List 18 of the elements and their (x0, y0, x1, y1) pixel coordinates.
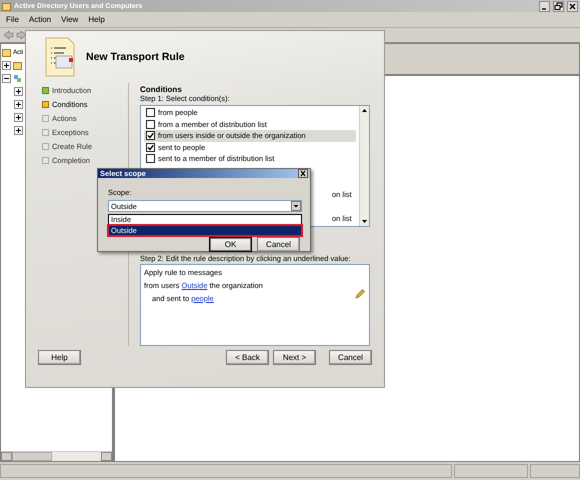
ok-button[interactable]: OK (209, 237, 252, 252)
horizontal-scrollbar[interactable] (1, 451, 112, 461)
back-button[interactable]: < Back (226, 350, 269, 365)
help-button[interactable]: Help (38, 350, 81, 365)
domain-icon (13, 74, 22, 83)
next-button[interactable]: Next > (273, 350, 316, 365)
app-icon (2, 2, 11, 10)
section-heading: Conditions (140, 85, 183, 94)
menu-item[interactable]: Action (24, 15, 56, 24)
cancel-button[interactable]: Cancel (329, 350, 372, 365)
menu-item[interactable]: Help (84, 15, 109, 24)
menu-item[interactable]: View (57, 15, 82, 24)
wizard-title: New Transport Rule (86, 51, 185, 63)
cancel-button[interactable]: Cancel (257, 237, 300, 252)
forward-icon (16, 30, 27, 40)
pencil-icon (355, 288, 365, 298)
menu-item[interactable]: File (2, 15, 23, 24)
back-icon (3, 30, 14, 40)
